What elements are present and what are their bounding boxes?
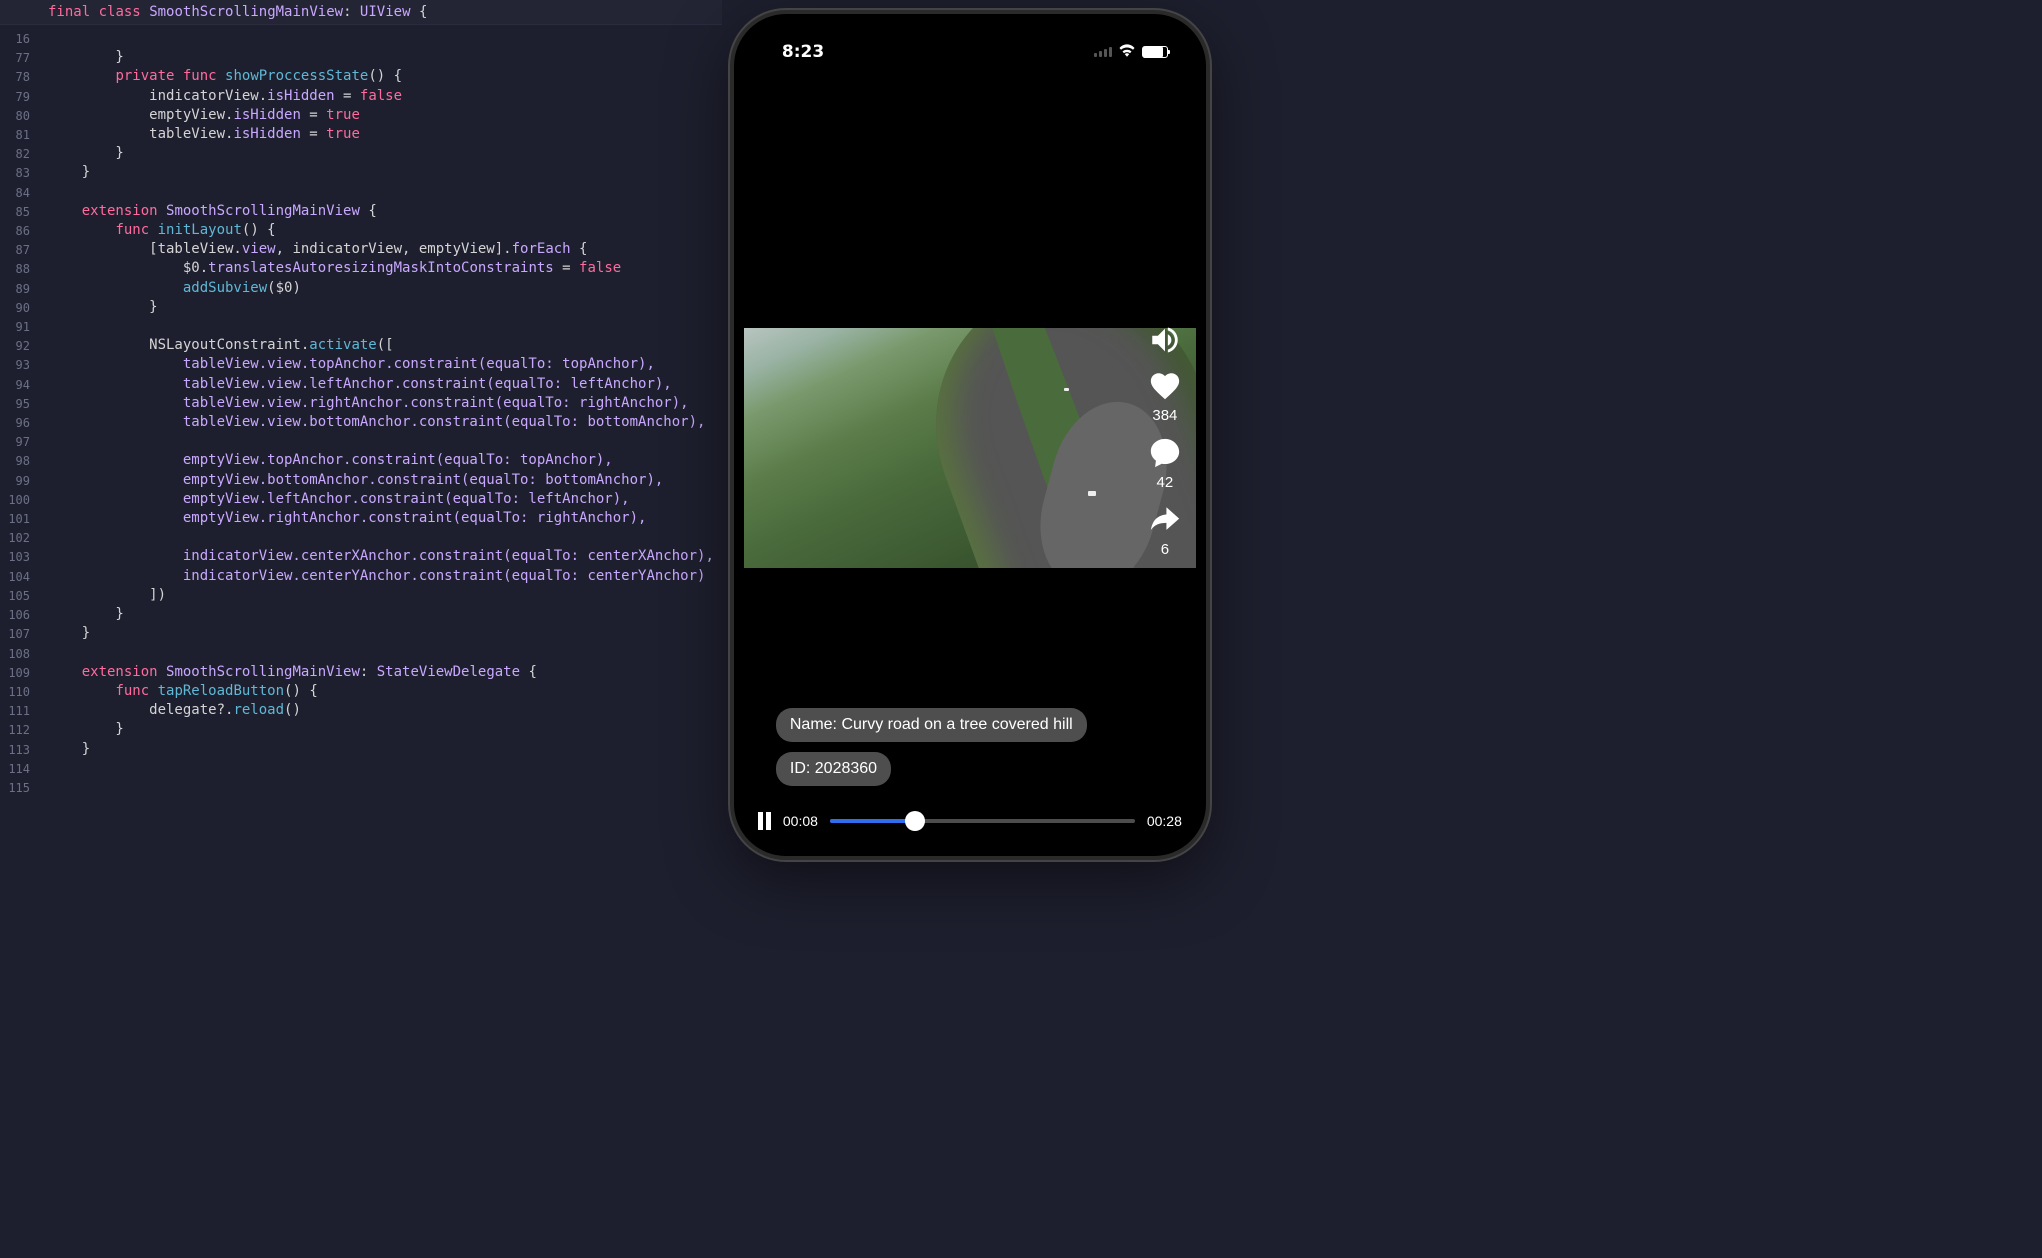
current-time: 00:08 <box>783 813 818 829</box>
wifi-icon <box>1118 42 1136 62</box>
video-thumbnail[interactable] <box>744 328 1196 568</box>
speaker-icon <box>1148 323 1182 357</box>
player-controls: 00:08 00:28 <box>758 812 1182 830</box>
mute-button[interactable] <box>1148 323 1182 357</box>
heart-icon <box>1148 369 1182 403</box>
video-feed[interactable]: 384 42 6 Name: Curvy road on a tree cove… <box>744 68 1196 846</box>
comment-icon <box>1148 436 1182 470</box>
scrubber-thumb[interactable] <box>905 811 925 831</box>
device-notch <box>900 14 1040 42</box>
code-editor[interactable]: final class SmoothScrollingMainView: UIV… <box>0 0 722 862</box>
comment-count: 42 <box>1157 474 1174 491</box>
share-button[interactable]: 6 <box>1148 503 1182 558</box>
battery-icon <box>1142 46 1168 58</box>
pause-icon <box>758 812 763 830</box>
scrubber-progress <box>830 819 915 823</box>
like-count: 384 <box>1152 407 1177 424</box>
scrubber[interactable] <box>830 819 1135 823</box>
pause-button[interactable] <box>758 812 771 830</box>
video-name-label: Name: Curvy road on a tree covered hill <box>776 708 1087 742</box>
video-id-label: ID: 2028360 <box>776 752 891 786</box>
line-gutter: 16 77 78 79 80 81 82 83 84 85 86 87 88 8… <box>0 26 36 798</box>
status-time: 8:23 <box>782 42 824 62</box>
ios-simulator[interactable]: 8:23 <box>730 10 1210 860</box>
like-button[interactable]: 384 <box>1148 369 1182 424</box>
comment-button[interactable]: 42 <box>1148 436 1182 491</box>
code-content[interactable]: } private func showProccessState() { ind… <box>0 25 722 782</box>
breadcrumb-class-decl: final class SmoothScrollingMainView: UIV… <box>0 0 722 25</box>
share-icon <box>1148 503 1182 537</box>
cellular-icon <box>1094 47 1112 57</box>
duration-time: 00:28 <box>1147 813 1182 829</box>
share-count: 6 <box>1161 541 1169 558</box>
